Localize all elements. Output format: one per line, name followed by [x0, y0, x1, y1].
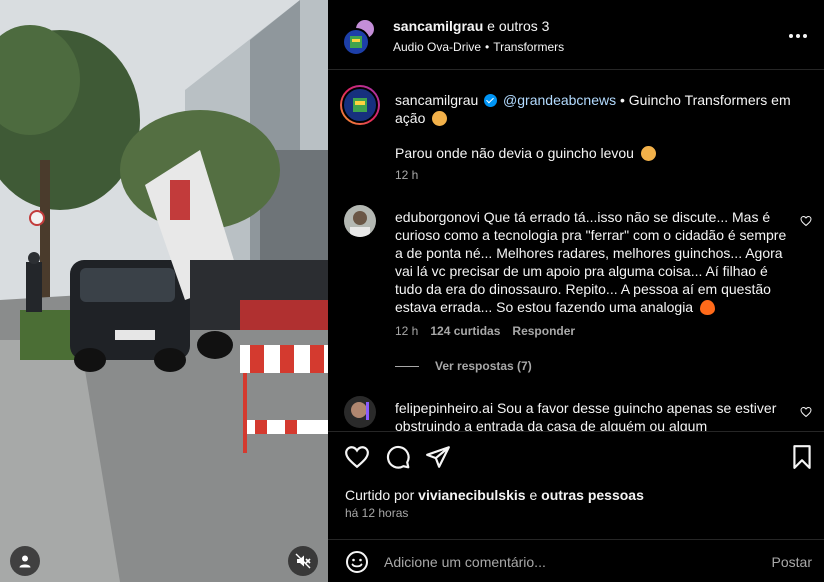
comment-username[interactable]: eduborgonovi [395, 209, 480, 225]
comment-icon[interactable] [385, 444, 411, 470]
heart-icon[interactable] [800, 215, 812, 227]
comment-body: eduborgonovi Que tá errado tá...isso não… [395, 208, 795, 316]
verified-badge-icon [484, 94, 498, 107]
reply-button[interactable]: Responder [512, 324, 575, 338]
other-likers-link[interactable]: outras pessoas [541, 487, 644, 503]
post-subtitle: Audio Ova-Drive • Transformers [393, 40, 564, 54]
profile-picture [351, 402, 369, 420]
heart-icon[interactable] [344, 444, 370, 470]
post-time[interactable]: há 12 horas [345, 506, 408, 520]
profile-picture [350, 36, 362, 48]
more-options-button[interactable] [786, 24, 810, 48]
profile-picture [353, 98, 367, 112]
tagged-users-button[interactable] [10, 546, 40, 576]
post-media[interactable] [0, 0, 328, 582]
likes-prefix: Curtido por [345, 487, 415, 503]
post-header: sancamilgrau e outros 3 Audio Ova-Drive •… [328, 0, 824, 70]
divider [395, 365, 419, 367]
author-username[interactable]: sancamilgrau [393, 18, 483, 34]
avatar[interactable] [344, 205, 376, 237]
likes-summary: Curtido por vivianecibulskis e outras pe… [345, 487, 644, 503]
comment-likes[interactable]: 124 curtidas [430, 324, 500, 338]
audio-link[interactable]: Audio Ova-Drive [393, 40, 481, 54]
view-replies-button[interactable]: Ver respostas (7) [395, 359, 532, 373]
bookmark-icon[interactable] [789, 444, 815, 470]
mention-link[interactable]: @grandeabcnews [503, 92, 616, 108]
post-author[interactable]: sancamilgrau e outros 3 [393, 18, 549, 34]
caption-text: Parou onde não devia o guincho levou [395, 145, 634, 161]
face-emoji-icon [640, 146, 656, 161]
caption-username[interactable]: sancamilgrau [395, 92, 478, 108]
avatar[interactable] [342, 28, 370, 56]
user-icon [19, 555, 31, 568]
view-replies-label[interactable]: Ver respostas (7) [435, 359, 532, 373]
emoji-icon[interactable] [345, 550, 369, 574]
comment-input[interactable] [384, 550, 754, 574]
avatar[interactable] [342, 87, 378, 123]
tag-link[interactable]: Transformers [493, 40, 564, 54]
comments-list[interactable]: sancamilgrau @grandeabcnews • Guincho Tr… [328, 71, 824, 431]
mute-icon [295, 553, 311, 569]
video-frame [0, 0, 328, 582]
likes-connector: e [529, 487, 538, 503]
comment-body: felipepinheiro.ai Sou a favor desse guin… [395, 399, 795, 431]
collab-avatars[interactable] [342, 18, 378, 56]
caption-time[interactable]: 12 h [395, 168, 418, 182]
share-icon[interactable] [425, 444, 451, 470]
comment-username[interactable]: felipepinheiro.ai [395, 400, 493, 416]
post-comment-button[interactable]: Postar [772, 554, 812, 570]
mute-button[interactable] [288, 546, 318, 576]
caption-line: Parou onde não devia o guincho levou [395, 145, 656, 161]
profile-picture [350, 211, 370, 237]
fire-emoji-icon [699, 300, 715, 315]
action-bar [328, 431, 824, 481]
caption-avatar[interactable] [340, 85, 380, 125]
liker-username[interactable]: vivianecibulskis [418, 487, 525, 503]
heart-icon[interactable] [800, 406, 812, 418]
face-emoji-icon [432, 111, 448, 126]
comment-meta: 12 h 124 curtidas Responder [395, 324, 575, 338]
more-horizontal-icon [789, 34, 807, 38]
post-caption: sancamilgrau @grandeabcnews • Guincho Tr… [395, 91, 795, 127]
post-panel: sancamilgrau e outros 3 Audio Ova-Drive •… [328, 0, 824, 582]
avatar[interactable] [344, 396, 376, 428]
comment-time[interactable]: 12 h [395, 324, 418, 338]
collaborators-link[interactable]: e outros 3 [487, 18, 549, 34]
separator: • [485, 40, 490, 54]
add-comment-bar: Postar [328, 539, 824, 582]
